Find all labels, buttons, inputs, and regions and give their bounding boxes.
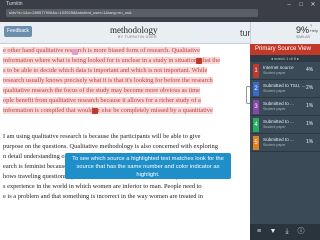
similarity-box[interactable]: ? Help 9% SIMILAR bbox=[250, 22, 320, 44]
maximize-button[interactable]: □ bbox=[296, 2, 306, 9]
source-number: 2 bbox=[253, 82, 259, 96]
source-type: Student paper bbox=[263, 125, 286, 129]
feedback-button[interactable]: Feedback bbox=[4, 26, 32, 37]
source-item[interactable]: 1 Internet source Student paper 4% bbox=[250, 62, 320, 80]
doc-line: purpose on the questions. Qualitative me… bbox=[3, 143, 218, 150]
doc-line: I am using qualitative research is becau… bbox=[3, 133, 201, 140]
source-name: Internet source bbox=[263, 65, 294, 70]
match-marker-icon[interactable] bbox=[72, 49, 78, 55]
browser-chrome: Turnitin s/dv?s=1&o=289577906&u=1039258&… bbox=[0, 0, 320, 22]
source-item[interactable]: 3 Submitted to ... Student paper 1% bbox=[250, 98, 320, 116]
document-title: methodology bbox=[110, 25, 158, 35]
doc-line: e other hand qualitative research is mor… bbox=[3, 47, 200, 54]
doc-line: s experience in the world in which women… bbox=[3, 183, 202, 190]
doc-line: information where what is being looked f… bbox=[3, 57, 221, 64]
source-type: Student paper bbox=[263, 107, 286, 111]
source-type: Student paper bbox=[263, 71, 286, 75]
source-number: 1 bbox=[253, 64, 259, 78]
similarity-score: 9% bbox=[296, 25, 310, 35]
browser-title: Turnitin bbox=[6, 1, 23, 7]
filter-icon[interactable]: ▼ bbox=[268, 227, 278, 237]
download-icon[interactable]: ⤓ bbox=[282, 227, 292, 237]
panel-title: Primary Source View bbox=[250, 44, 320, 55]
source-percent: 4% bbox=[306, 67, 314, 73]
doc-line: information is compiled that would or el… bbox=[3, 107, 213, 114]
similarity-label: SIMILAR bbox=[296, 35, 311, 39]
source-name: Submitted to ... bbox=[263, 119, 294, 124]
source-percent: 2% bbox=[306, 85, 314, 91]
source-type: Student paper bbox=[263, 143, 286, 147]
source-item[interactable]: 4 Submitted to ... Student paper 1% bbox=[250, 116, 320, 134]
document-viewer[interactable]: e other hand qualitative research is mor… bbox=[0, 44, 250, 240]
source-name: Submitted to ... bbox=[263, 101, 294, 106]
doc-line: e is a problem and that something is inc… bbox=[3, 193, 203, 200]
url-bar[interactable]: s/dv?s=1&o=289577906&u=1039258&student_u… bbox=[6, 9, 258, 17]
match-marker-icon[interactable] bbox=[92, 108, 98, 114]
source-number: 5 bbox=[253, 136, 259, 150]
source-percent: 1% bbox=[306, 139, 314, 145]
source-name: Submitted to TSU, ... bbox=[263, 83, 306, 88]
help-link[interactable]: ? Help bbox=[310, 23, 320, 33]
close-window-button[interactable]: ✕ bbox=[308, 2, 318, 9]
source-number: 4 bbox=[253, 118, 259, 132]
tutorial-caption: To see which source a highlighted text m… bbox=[65, 153, 231, 179]
sources-panel: ? Help 9% SIMILAR Primary Source View ◂ … bbox=[250, 22, 320, 240]
document-author: BY TURNITIN USER bbox=[118, 35, 157, 39]
source-item[interactable]: 2 Submitted to TSU, ... Student paper 2% bbox=[250, 80, 320, 98]
doc-line: research usually knows precisely what it… bbox=[3, 77, 213, 84]
source-percent: 1% bbox=[306, 103, 314, 109]
doc-line: s to be able to decide which data is imp… bbox=[3, 67, 208, 74]
doc-line: qualitative research the focus of the st… bbox=[3, 87, 200, 94]
match-pager[interactable]: ◂ match 1 of 5 ▸ bbox=[250, 55, 320, 62]
panel-toolbar: ≡ ▼ ⤓ ⓘ bbox=[250, 224, 320, 240]
source-item[interactable]: 5 Submitted to ... Student paper 1% bbox=[250, 134, 320, 152]
minimize-button[interactable]: – bbox=[284, 2, 294, 9]
layers-icon[interactable]: ≡ bbox=[254, 227, 264, 237]
doc-line: ople benefit from qualitative research b… bbox=[3, 97, 201, 104]
info-icon[interactable]: ⓘ bbox=[296, 227, 306, 237]
source-percent: 1% bbox=[306, 121, 314, 127]
source-type: Student paper bbox=[263, 89, 286, 93]
source-name: Submitted to ... bbox=[263, 137, 294, 142]
match-marker-icon[interactable] bbox=[196, 58, 202, 64]
source-number: 3 bbox=[253, 100, 259, 114]
